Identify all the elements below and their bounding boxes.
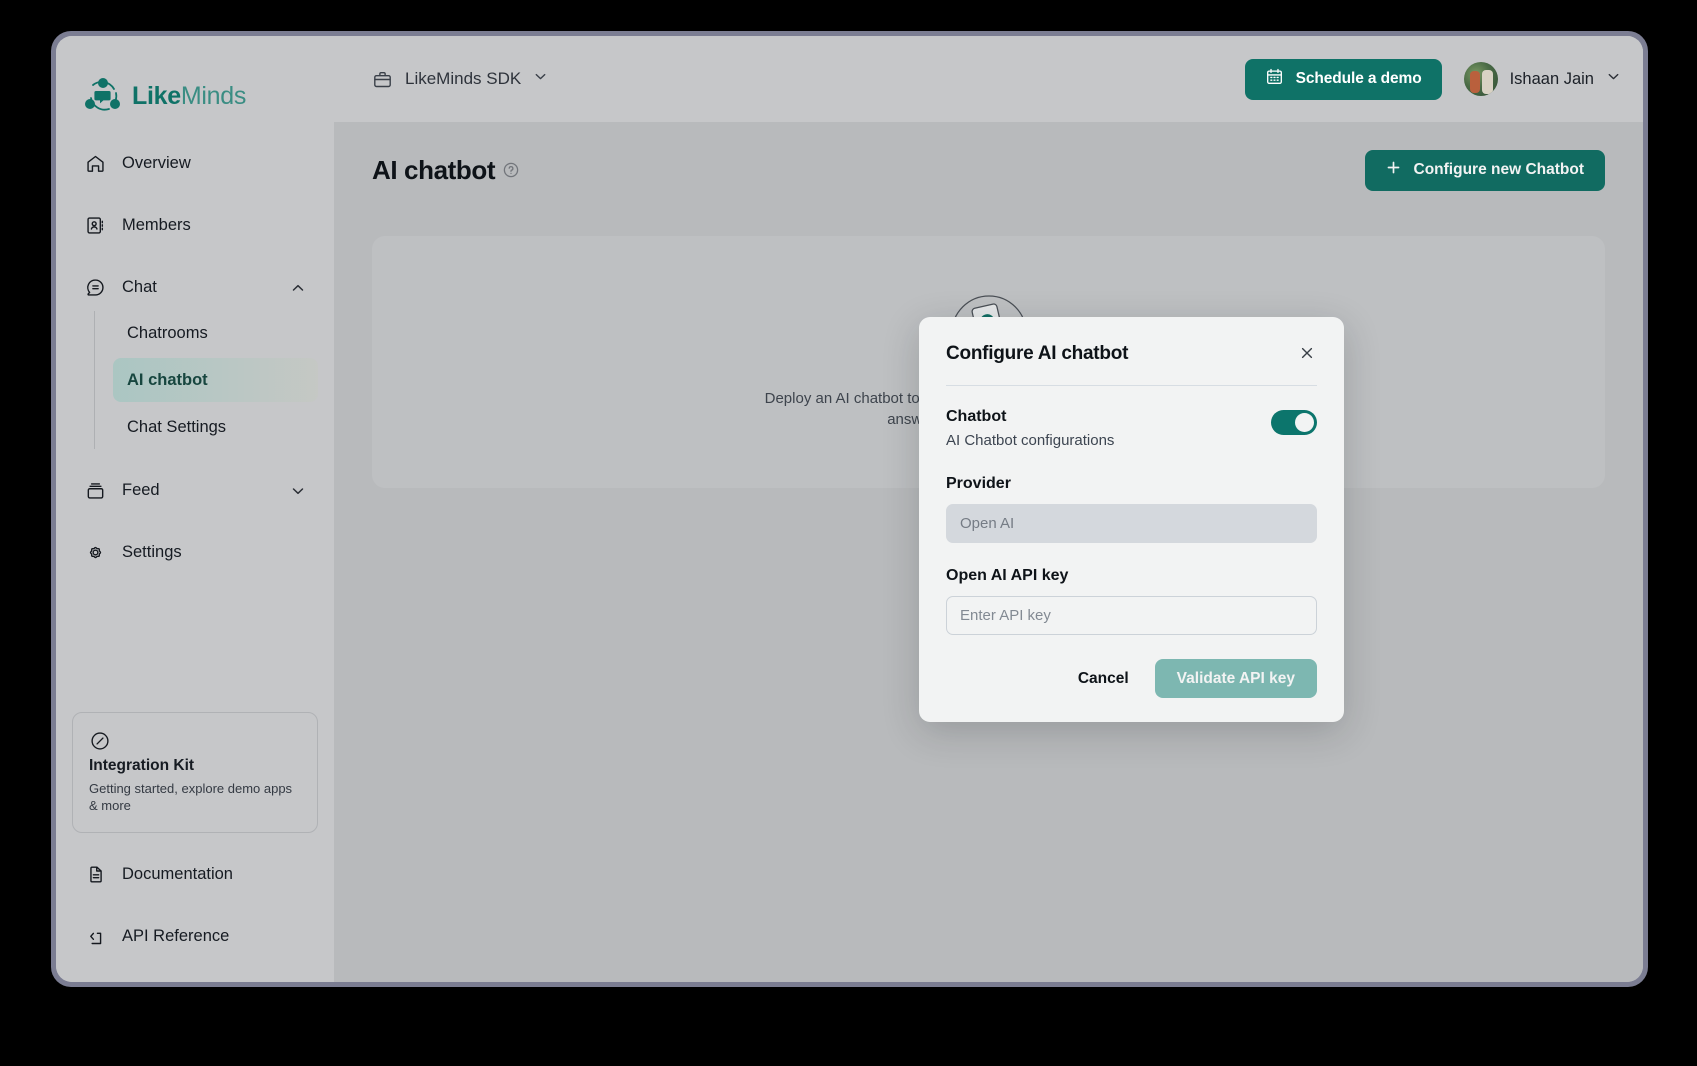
sidebar-item-label: API Reference bbox=[122, 927, 230, 945]
chat-bubble-icon bbox=[84, 277, 106, 299]
main-content: LikeMinds SDK Schedule a demo Ishaan Jai… bbox=[334, 36, 1643, 982]
topbar-right: Schedule a demo Ishaan Jain bbox=[1244, 58, 1621, 100]
schedule-demo-button[interactable]: Schedule a demo bbox=[1244, 58, 1442, 100]
brand-logo-area[interactable]: LikeMinds bbox=[56, 36, 334, 122]
brand-name-bold: Like bbox=[132, 81, 181, 110]
sidebar-item-chat[interactable]: Chat bbox=[72, 264, 318, 311]
sidebar-item-documentation[interactable]: Documentation bbox=[72, 851, 318, 898]
page-body: AI chatbot Configure new Chatbot Deploy … bbox=[334, 122, 1643, 982]
sidebar-item-label: Settings bbox=[122, 543, 182, 561]
code-brackets-icon bbox=[84, 926, 106, 948]
topbar: LikeMinds SDK Schedule a demo Ishaan Jai… bbox=[334, 36, 1643, 122]
calendar-icon bbox=[1265, 67, 1284, 91]
brand-name-light: Minds bbox=[180, 81, 247, 110]
chevron-up-icon bbox=[290, 280, 306, 296]
user-menu[interactable]: Ishaan Jain bbox=[1463, 62, 1621, 96]
integration-kit-title: Integration Kit bbox=[89, 756, 195, 774]
sidebar-item-overview[interactable]: Overview bbox=[72, 140, 318, 187]
avatar bbox=[1463, 62, 1498, 96]
sidebar-item-ai-chatbot[interactable]: AI chatbot bbox=[113, 358, 318, 402]
compass-icon bbox=[89, 732, 111, 756]
sidebar-item-members[interactable]: Members bbox=[72, 202, 318, 249]
sidebar-item-chatrooms[interactable]: Chatrooms bbox=[113, 311, 318, 355]
schedule-demo-label: Schedule a demo bbox=[1295, 70, 1422, 87]
user-name: Ishaan Jain bbox=[1509, 69, 1594, 88]
document-icon bbox=[84, 864, 106, 886]
sidebar-item-chat-settings[interactable]: Chat Settings bbox=[113, 405, 318, 449]
sidebar-item-label: Overview bbox=[122, 154, 191, 172]
sidebar-item-label: Members bbox=[122, 216, 191, 234]
gear-icon bbox=[84, 542, 106, 564]
feed-stack-icon bbox=[84, 480, 106, 502]
sidebar-item-label: Feed bbox=[122, 481, 160, 499]
integration-kit-subtitle: Getting started, explore demo apps & mor… bbox=[89, 780, 293, 814]
brand-name: LikeMinds bbox=[132, 82, 246, 111]
chevron-down-icon bbox=[290, 483, 306, 499]
app-window: LikeMinds Overview Members Chat Chatroom… bbox=[56, 36, 1643, 982]
home-icon bbox=[84, 153, 106, 175]
sidebar-item-settings[interactable]: Settings bbox=[72, 529, 318, 576]
chevron-down-icon bbox=[1606, 69, 1621, 89]
sidebar-item-label: Chat bbox=[122, 278, 157, 296]
sidebar-subitem-label: Chatrooms bbox=[127, 323, 208, 342]
sdk-selector[interactable]: LikeMinds SDK bbox=[372, 69, 548, 90]
sidebar-item-label: Documentation bbox=[122, 865, 233, 883]
likeminds-logo-icon bbox=[83, 76, 123, 116]
app-window-frame: LikeMinds Overview Members Chat Chatroom… bbox=[51, 31, 1648, 987]
sidebar-subnav-chat: Chatrooms AI chatbot Chat Settings bbox=[94, 311, 318, 449]
sidebar-subitem-label: AI chatbot bbox=[127, 370, 208, 389]
integration-kit-card[interactable]: Integration Kit Getting started, explore… bbox=[72, 711, 318, 833]
chevron-down-icon bbox=[533, 69, 548, 89]
sidebar-subitem-label: Chat Settings bbox=[127, 417, 227, 436]
contact-book-icon bbox=[84, 215, 106, 237]
sidebar-nav: Overview Members Chat Chatrooms AI chatb… bbox=[56, 122, 334, 576]
briefcase-icon bbox=[372, 69, 393, 90]
sidebar-footer: Integration Kit Getting started, explore… bbox=[56, 711, 334, 982]
sdk-selector-label: LikeMinds SDK bbox=[405, 69, 522, 88]
sidebar-item-feed[interactable]: Feed bbox=[72, 467, 318, 514]
modal-scrim bbox=[334, 122, 1643, 982]
sidebar-item-api-reference[interactable]: API Reference bbox=[72, 913, 318, 960]
sidebar: LikeMinds Overview Members Chat Chatroom… bbox=[56, 36, 334, 982]
